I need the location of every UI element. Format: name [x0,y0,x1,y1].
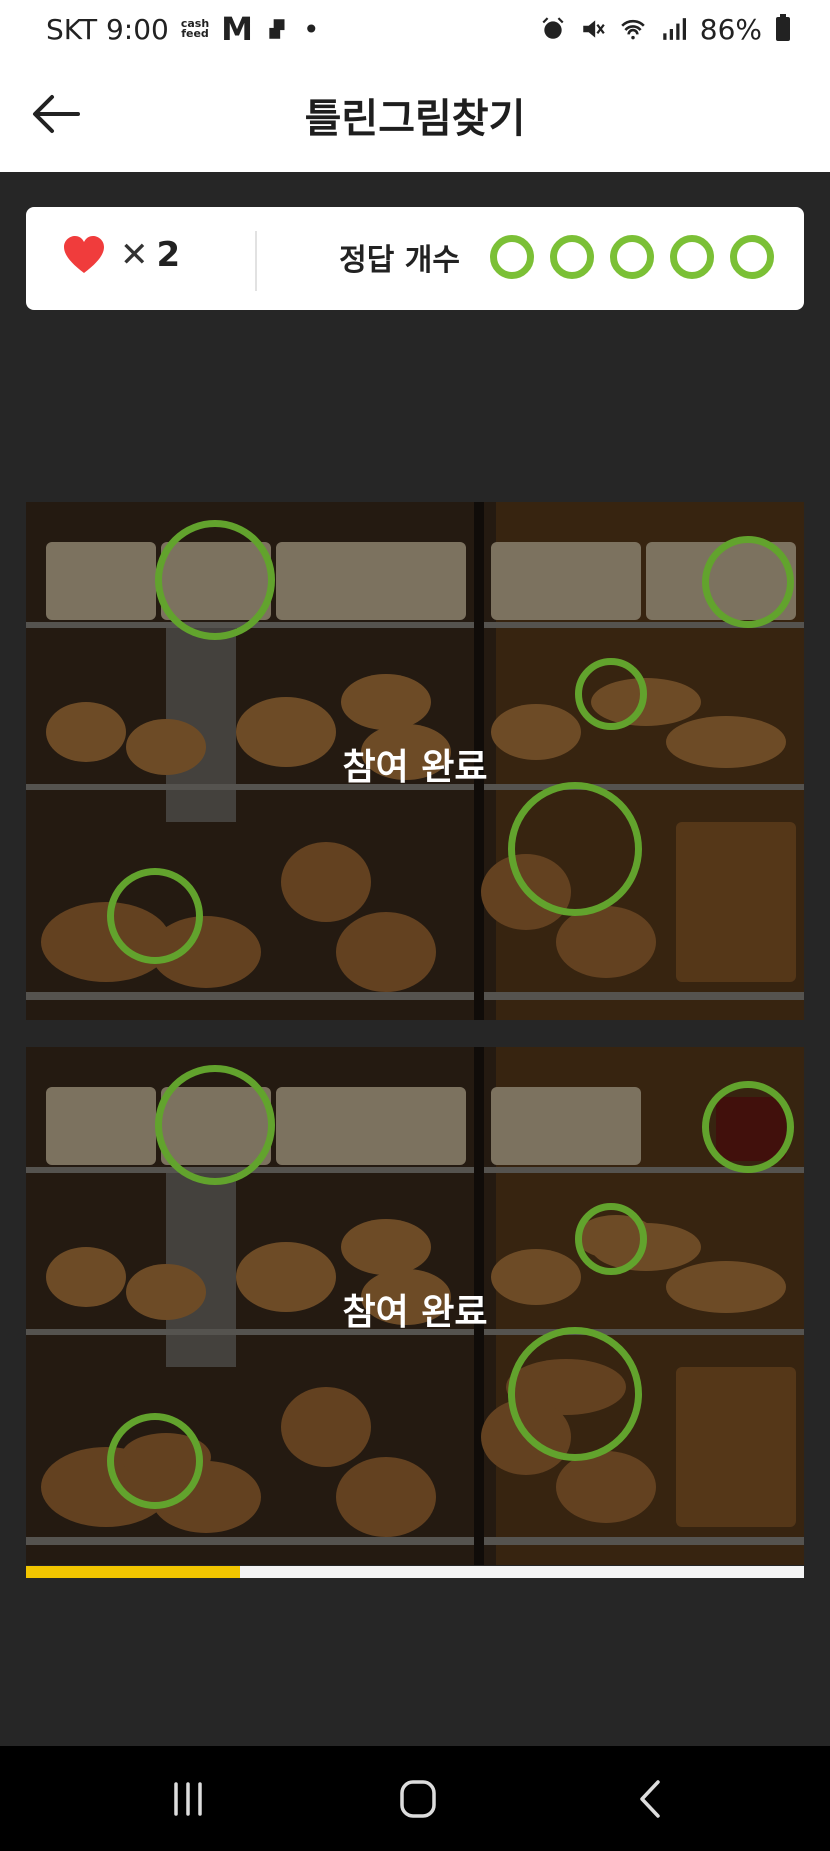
divider [255,231,257,291]
recent-apps-icon[interactable] [158,1776,218,1822]
answer-dot [490,235,534,279]
difference-marker [575,1203,647,1275]
timer-progress-bar [26,1566,804,1578]
signal-icon [663,18,686,40]
back-nav-icon[interactable] [620,1776,680,1822]
difference-marker [575,658,647,730]
m-app-icon: M [221,10,254,48]
difference-marker [155,1065,275,1185]
answer-dot [550,235,594,279]
difference-marker [508,782,642,916]
difference-marker [155,520,275,640]
difference-marker [508,1327,642,1461]
answer-count-label: 정답 개수 [339,243,460,278]
lives-counter: ✕ 2 [62,235,180,275]
times-icon: ✕ [120,235,149,275]
wifi-icon [621,19,645,40]
answer-dot [730,235,774,279]
battery-percent: 86% [699,12,762,46]
puzzle-image-original[interactable]: 참여 완료 [26,502,804,1020]
app-header: 틀린그림찾기 [0,58,830,172]
system-nav-bar [0,1746,830,1851]
timer-progress-fill [26,1566,240,1578]
difference-marker [702,536,794,628]
score-card: ✕ 2 정답 개수 [26,207,804,310]
page-title: 틀린그림찾기 [304,96,526,142]
carrier-time: SKT 9:00 [46,12,169,46]
cashfeed-icon: cash feed [180,17,210,40]
status-bar: SKT 9:00 cash feed M • 86% [0,0,830,58]
completed-label: 참여 완료 [342,1292,488,1333]
alarm-icon [542,17,564,39]
heart-icon [64,236,104,273]
difference-marker [702,1081,794,1173]
answer-dot [610,235,654,279]
answer-dot [670,235,714,279]
puzzle-image-modified[interactable]: 참여 완료 [26,1047,804,1565]
notification-icon [269,19,285,39]
completed-label: 참여 완료 [342,747,488,788]
mute-icon [583,20,605,38]
battery-icon [776,14,790,41]
difference-marker [107,1413,203,1509]
more-notifications-dot: • [303,12,320,46]
difference-marker [107,868,203,964]
home-icon[interactable] [388,1776,448,1822]
answer-count: 정답 개수 [339,235,774,279]
lives-count: 2 [156,235,181,275]
